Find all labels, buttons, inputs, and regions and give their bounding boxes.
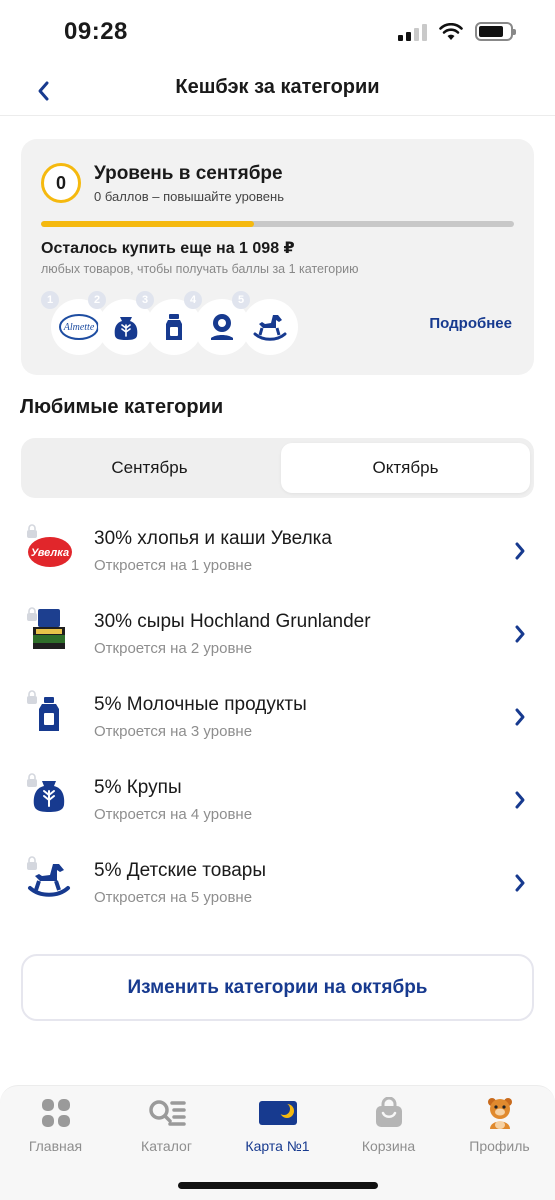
home-indicator [178, 1182, 378, 1189]
level-number: 1 [41, 291, 59, 309]
lock-icon [27, 607, 37, 621]
more-details-link[interactable]: Подробнее [429, 315, 512, 332]
uvelka-logo: Увелка [24, 522, 74, 572]
tab-cart[interactable]: Корзина [333, 1096, 444, 1166]
category-row[interactable]: 5% Крупы Откроется на 4 уровне [0, 759, 555, 841]
rocking-horse-icon [242, 299, 298, 355]
remaining-hint: любых товаров, чтобы получать баллы за 1… [41, 262, 359, 276]
level-badge: 0 [41, 163, 81, 203]
level-number: 2 [88, 291, 106, 309]
chevron-right-icon [515, 791, 525, 809]
tab-profile[interactable]: Профиль [444, 1096, 555, 1166]
level-icons: Almette 1 2 3 4 5 [41, 291, 301, 357]
month-segmented-control: Сентябрь Октябрь [21, 438, 534, 498]
category-row[interactable]: Увелка 30% хлопья и каши Увелка Откроетс… [0, 510, 555, 592]
tab-label: Корзина [361, 1138, 416, 1154]
wifi-icon [439, 22, 463, 40]
status-bar: 09:28 [0, 0, 555, 66]
level-number: 4 [184, 291, 202, 309]
level-number: 5 [232, 291, 250, 309]
favorites-title: Любимые категории [20, 396, 224, 418]
page-title: Кешбэк за категории [175, 76, 380, 98]
svg-text:Увелка: Увелка [31, 547, 69, 559]
catalog-search-icon [147, 1096, 187, 1130]
category-subtitle: Откроется на 3 уровне [94, 723, 253, 740]
battery-icon [475, 22, 516, 41]
chevron-right-icon [515, 625, 525, 643]
tab-label: Профиль [469, 1138, 530, 1154]
category-row[interactable]: 5% Детские товары Откроется на 5 уровне [0, 842, 555, 924]
level-progress-bar [41, 221, 514, 227]
grain-sack-icon [24, 771, 74, 821]
level-card: 0 Уровень в сентябре 0 баллов – повышайт… [21, 139, 534, 375]
remaining-amount: Осталось купить еще на 1 098 ₽ [41, 240, 295, 257]
tab-card[interactable]: Карта №1 [222, 1096, 333, 1166]
category-row[interactable]: 30% сыры Hochland Grunlander Откроется н… [0, 593, 555, 675]
lock-icon [27, 856, 37, 870]
cellular-signal-icon [398, 23, 427, 41]
profile-mascot-icon [480, 1096, 520, 1130]
category-title: 30% сыры Hochland Grunlander [94, 611, 371, 632]
status-icons [398, 22, 516, 41]
chevron-right-icon [515, 874, 525, 892]
category-row[interactable]: 5% Молочные продукты Откроется на 3 уров… [0, 676, 555, 758]
lock-icon [27, 773, 37, 787]
status-time: 09:28 [64, 18, 128, 45]
level-title: Уровень в сентябре [94, 163, 283, 184]
tab-label: Карта №1 [245, 1138, 310, 1154]
tab-label: Главная [28, 1138, 83, 1154]
chevron-right-icon [515, 542, 525, 560]
category-subtitle: Откроется на 1 уровне [94, 557, 253, 574]
rocking-horse-icon [24, 854, 74, 904]
level-number: 3 [136, 291, 154, 309]
chevron-right-icon [515, 708, 525, 726]
level-progress-fill [41, 221, 254, 227]
category-title: 5% Детские товары [94, 860, 267, 881]
level-step-5: 5 [232, 291, 298, 357]
category-title: 5% Крупы [94, 777, 182, 798]
nav-header: Кешбэк за категории [0, 66, 555, 116]
grunlander-logo [24, 605, 74, 655]
tab-september[interactable]: Сентябрь [25, 443, 274, 493]
category-title: 5% Молочные продукты [94, 694, 307, 715]
change-categories-button[interactable]: Изменить категории на октябрь [21, 954, 534, 1021]
loyalty-card-icon [258, 1096, 298, 1130]
category-subtitle: Откроется на 5 уровне [94, 889, 253, 906]
category-subtitle: Откроется на 4 уровне [94, 806, 253, 823]
milk-bottle-icon [24, 688, 74, 738]
lock-icon [27, 690, 37, 704]
tab-label: Каталог [141, 1138, 192, 1154]
tab-catalog[interactable]: Каталог [111, 1096, 222, 1166]
shopping-bag-icon [369, 1096, 409, 1130]
level-subtitle: 0 баллов – повышайте уровень [94, 189, 284, 204]
tab-home[interactable]: Главная [0, 1096, 111, 1166]
lock-icon [27, 524, 37, 538]
tab-october[interactable]: Октябрь [281, 443, 530, 493]
category-title: 30% хлопья и каши Увелка [94, 528, 332, 549]
home-tiles-icon [36, 1096, 76, 1130]
category-subtitle: Откроется на 2 уровне [94, 640, 253, 657]
